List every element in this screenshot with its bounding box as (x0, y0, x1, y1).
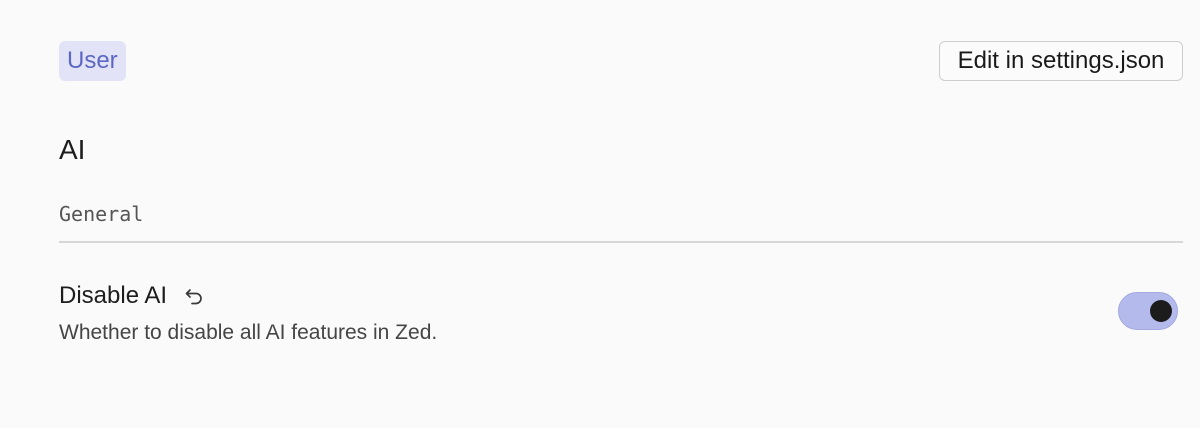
setting-description: Whether to disable all AI features in Ze… (59, 321, 438, 344)
edit-in-settings-json-button[interactable]: Edit in settings.json (939, 41, 1183, 81)
setting-label: Disable AI (59, 282, 168, 309)
section-title: AI (59, 134, 86, 165)
setting-label-line: Disable AI (59, 280, 205, 312)
reset-arrow-icon[interactable] (183, 285, 205, 307)
group-label: General (59, 202, 144, 226)
disable-ai-toggle[interactable] (1118, 292, 1178, 330)
toggle-knob (1150, 300, 1172, 322)
setting-row-disable-ai: Disable AI Whether to disable all AI fea… (59, 274, 1183, 354)
divider (59, 241, 1183, 243)
scope-badge-user[interactable]: User (59, 41, 126, 81)
